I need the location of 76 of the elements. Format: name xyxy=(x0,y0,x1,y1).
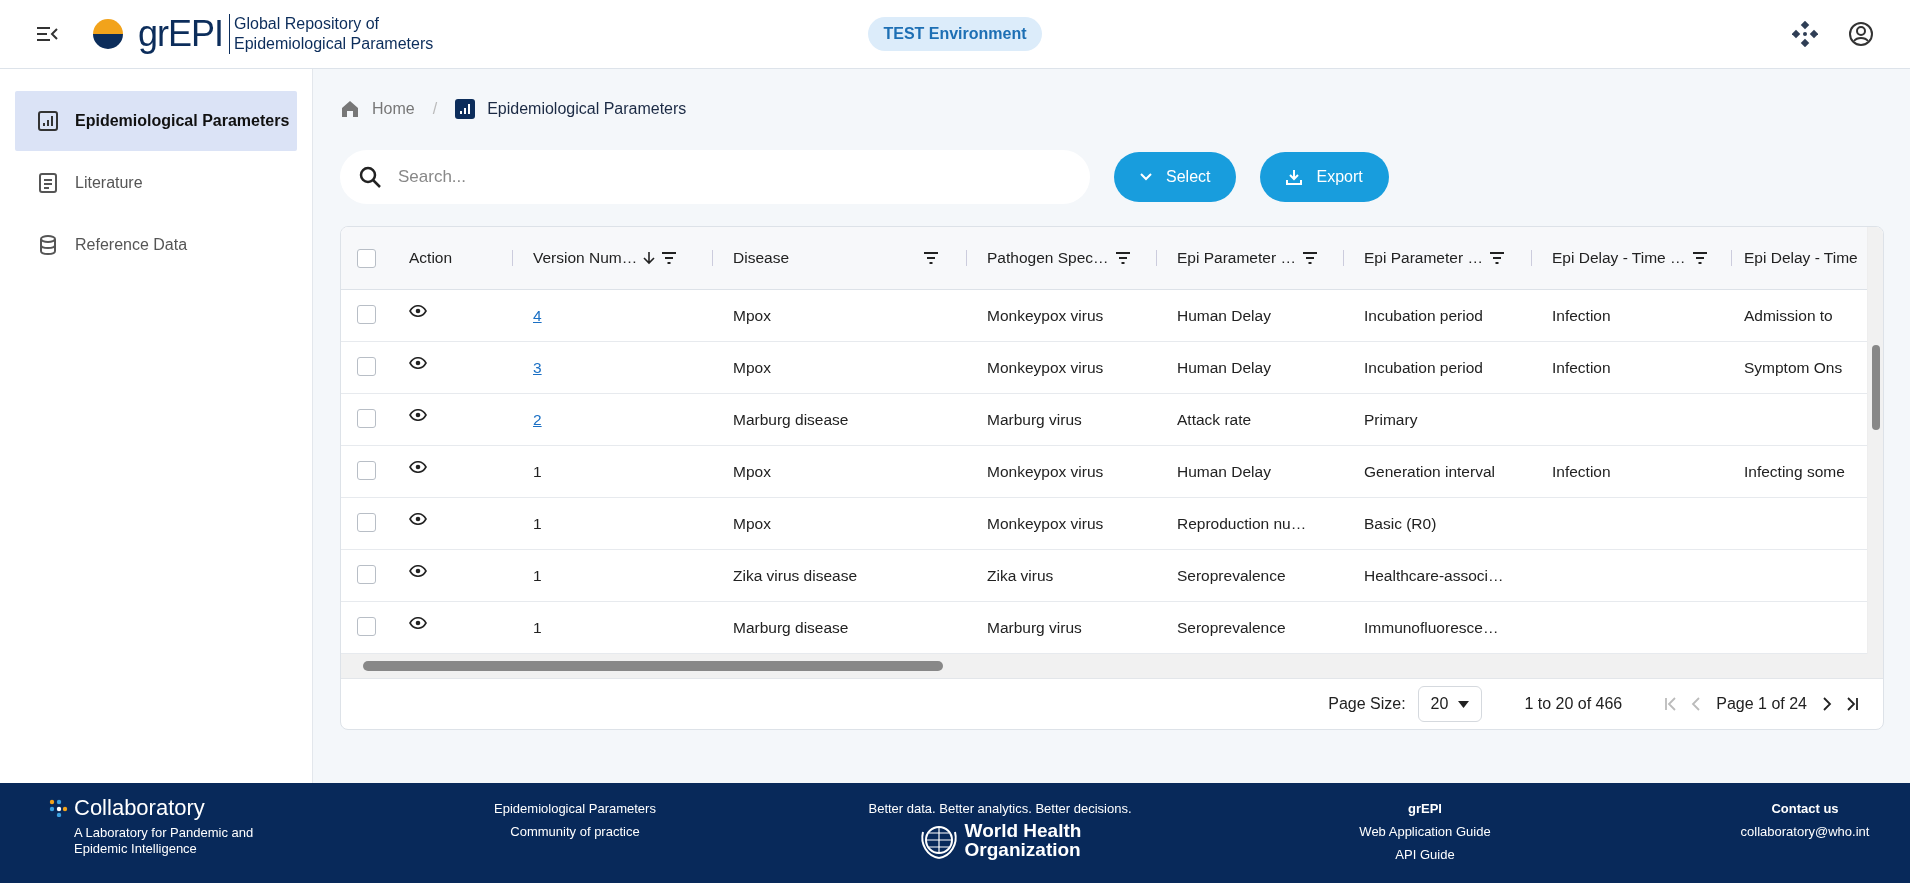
table-cell: Human Delay xyxy=(1177,307,1271,325)
table-cell: Seroprevalence xyxy=(1177,567,1286,585)
footer-heading: grEPI xyxy=(1408,801,1442,816)
sidebar-item[interactable]: Reference Data xyxy=(15,215,297,275)
table-cell: Incubation period xyxy=(1364,307,1483,325)
table-cell: Infecting some xyxy=(1744,463,1845,481)
email-link[interactable]: collaboratory@who.int xyxy=(1740,824,1870,839)
logo-text: grEPI xyxy=(138,13,224,55)
version-number: 1 xyxy=(533,463,542,481)
table-cell: Primary xyxy=(1364,411,1418,429)
column-header[interactable]: Epi Delay - Time … xyxy=(1552,249,1686,267)
breadcrumb-separator: / xyxy=(432,100,438,118)
table-cell: Basic (R0) xyxy=(1364,515,1437,533)
table-cell: Monkeypox virus xyxy=(987,307,1104,325)
footer-link[interactable]: Web Application Guide xyxy=(1359,824,1491,839)
table-cell: Generation interval xyxy=(1364,463,1495,481)
table-cell: Human Delay xyxy=(1177,359,1271,377)
column-header[interactable]: Disease xyxy=(733,249,789,267)
column-header[interactable]: Action xyxy=(409,249,453,267)
version-link[interactable]: 3 xyxy=(533,359,542,377)
table-cell: Mpox xyxy=(733,463,771,481)
table-cell: Immunofluoresce… xyxy=(1364,619,1499,637)
footer-link[interactable]: Community of practice xyxy=(510,824,640,839)
table-cell: Human Delay xyxy=(1177,463,1271,481)
table-cell: Infection xyxy=(1552,307,1611,325)
table-cell: Zika virus disease xyxy=(733,567,858,585)
footer-tagline: A Laboratory for Pandemic and Epidemic Intelligence xyxy=(73,825,255,857)
footer-slogan: Better data. Better analytics. Better decisions. xyxy=(868,801,1132,816)
organization-name-line: World Health xyxy=(964,821,1082,840)
row-range-text: 1 to 20 of 466 xyxy=(1524,695,1623,713)
page-indicator: Page 1 of 24 xyxy=(1716,695,1807,713)
table-cell: Symptom Ons xyxy=(1744,359,1843,377)
table-cell: Seroprevalence xyxy=(1177,619,1286,637)
table-cell: Mpox xyxy=(733,359,771,377)
table-cell: Reproduction nu… xyxy=(1177,515,1307,533)
page-size-label: Page Size: xyxy=(1328,695,1406,713)
table-cell: Mpox xyxy=(733,515,771,533)
table-cell: Monkeypox virus xyxy=(987,515,1104,533)
organization-name-line: Organization xyxy=(964,840,1082,859)
version-number: 1 xyxy=(533,619,542,637)
table-cell: Healthcare-associ… xyxy=(1364,567,1504,585)
version-number: 1 xyxy=(533,567,542,585)
table-cell: Infection xyxy=(1552,359,1611,377)
app-title-line: Epidemiological Parameters xyxy=(234,34,434,54)
column-header[interactable]: Epi Delay - Time xyxy=(1744,249,1858,267)
collaboratory-brand: Collaboratory xyxy=(74,795,205,821)
version-link[interactable]: 4 xyxy=(533,307,542,325)
table-cell: Marburg virus xyxy=(987,411,1082,429)
sidebar-item[interactable]: Epidemiological Parameters xyxy=(15,91,297,151)
table-cell: Mpox xyxy=(733,307,771,325)
column-header[interactable]: Version Num… xyxy=(533,249,638,267)
table-cell: Monkeypox virus xyxy=(987,463,1104,481)
app-title-line: Global Repository of xyxy=(234,14,380,34)
breadcrumb-link[interactable]: Home xyxy=(372,100,415,118)
table-cell: Incubation period xyxy=(1364,359,1483,377)
footer-heading: Contact us xyxy=(1771,801,1839,816)
table-cell: Attack rate xyxy=(1177,411,1252,429)
table-cell: Marburg disease xyxy=(733,619,849,637)
environment-badge: TEST Environment xyxy=(868,17,1042,51)
table-cell: Marburg disease xyxy=(733,411,849,429)
version-link[interactable]: 2 xyxy=(533,411,542,429)
page-size-dropdown[interactable]: 20 xyxy=(1417,686,1483,722)
version-number: 1 xyxy=(533,515,542,533)
sidebar-item[interactable]: Literature xyxy=(15,153,297,213)
column-header[interactable]: Epi Parameter … xyxy=(1177,249,1296,267)
table-cell: Infection xyxy=(1552,463,1611,481)
table-cell: Marburg virus xyxy=(987,619,1082,637)
table-cell: Zika virus xyxy=(987,567,1054,585)
footer-link[interactable]: Epidemiological Parameters xyxy=(494,801,656,816)
column-header[interactable]: Pathogen Spec… xyxy=(987,249,1109,267)
table-cell: Admission to xyxy=(1744,307,1833,325)
breadcrumb-link[interactable]: Epidemiological Parameters xyxy=(487,100,687,118)
table-cell: Monkeypox virus xyxy=(987,359,1104,377)
footer-link[interactable]: API Guide xyxy=(1395,847,1455,862)
search-field[interactable]: Search... xyxy=(340,150,1090,204)
column-header[interactable]: Epi Parameter … xyxy=(1364,249,1483,267)
